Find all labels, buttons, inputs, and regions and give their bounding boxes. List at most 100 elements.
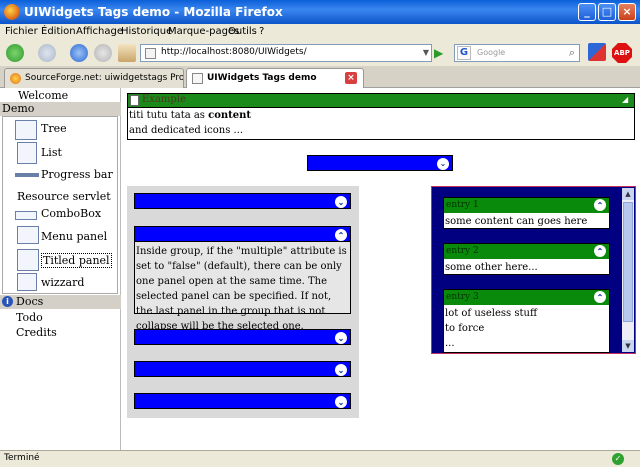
entry-title: entry 2 [446, 246, 479, 256]
status-text: Terminé [4, 453, 40, 463]
entry-panel: entry 3 ⌃ lot of useless stuff to force … [443, 289, 610, 353]
adblock-icon[interactable]: ABP [612, 43, 632, 63]
group-panel-open: ⌃ Inside group, if the "multiple" attrib… [134, 226, 351, 332]
close-window-button[interactable]: × [618, 3, 636, 21]
group-panel-2-header[interactable]: ⌃ [134, 226, 351, 242]
sidebar-header-docs[interactable]: i Docs [0, 295, 121, 309]
example-panel: Example ◢ titi tutu tata as content and … [127, 93, 635, 140]
go-icon[interactable]: ▶ [434, 46, 443, 60]
menubar: Fichier Édition Affichage Historique Mar… [0, 24, 640, 40]
collapse-chevron-icon[interactable]: ⌃ [594, 199, 606, 211]
sidebar-item-resource-servlet[interactable]: Resource servlet [17, 190, 111, 203]
entry-panel: entry 1 ⌃ some content can goes here [443, 197, 610, 229]
scroll-thumb[interactable] [623, 202, 633, 322]
entry-text: some other here... [445, 262, 538, 273]
search-engine-icon[interactable]: G [457, 46, 471, 60]
search-icon[interactable]: ⌕ [569, 46, 575, 60]
stop-icon[interactable] [94, 44, 112, 62]
example-title: Example [142, 94, 186, 105]
close-tab-icon[interactable]: × [345, 72, 357, 84]
scroll-down-icon[interactable]: ▼ [622, 340, 634, 352]
window-titlebar: UIWidgets Tags demo - Mozilla Firefox _ … [0, 0, 640, 24]
sidebar-header-demo[interactable]: Demo [0, 102, 121, 116]
docs-label: Docs [16, 295, 44, 308]
firefox-tab-icon [10, 73, 21, 84]
sidebar-item-credits[interactable]: Credits [16, 326, 57, 339]
maximize-button[interactable]: □ [598, 3, 616, 21]
search-bar[interactable]: G Google ⌕ [454, 44, 580, 62]
entry-text: lot of useless stuff to force ... [445, 306, 537, 351]
addon-icon[interactable] [588, 43, 606, 61]
entry-title: entry 1 [446, 200, 479, 210]
menu-outils[interactable]: Outils [228, 26, 257, 37]
collapsed-panel-header[interactable]: ⌄ [307, 155, 453, 171]
group-panel-3-header[interactable]: ⌄ [134, 329, 351, 345]
menu-historique[interactable]: Historique [121, 26, 172, 37]
window-title: UIWidgets Tags demo - Mozilla Firefox [24, 5, 283, 19]
tab-sourceforge[interactable]: SourceForge.net: uiwidgetstags Project: … [4, 68, 184, 88]
group-panel-5-header[interactable]: ⌄ [134, 393, 351, 409]
expand-chevron-icon[interactable]: ⌄ [335, 364, 347, 376]
entry-line: ... [445, 338, 455, 349]
collapse-chevron-icon[interactable]: ⌃ [594, 245, 606, 257]
sidebar-item-combobox[interactable]: ComboBox [41, 207, 101, 220]
page-tab-icon [192, 73, 203, 84]
sidebar-item-titled-panel[interactable]: Titled panel [41, 253, 112, 268]
back-icon[interactable] [6, 44, 24, 62]
sidebar-demo-panel: Tree List Progress bar Resource servlet … [2, 116, 118, 294]
sidebar-item-tree[interactable]: Tree [41, 122, 67, 135]
list-icon [17, 142, 37, 164]
wizard-icon [17, 273, 37, 291]
menu-edition[interactable]: Édition [41, 26, 76, 37]
entry-header[interactable]: entry 3 ⌃ [444, 290, 609, 305]
scroll-up-icon[interactable]: ▲ [622, 188, 634, 200]
expand-chevron-icon[interactable]: ⌄ [335, 332, 347, 344]
menu-affichage[interactable]: Affichage [76, 26, 123, 37]
collapse-chevron-icon[interactable]: ⌃ [335, 229, 347, 241]
entry-line: lot of useless stuff [445, 308, 538, 319]
search-placeholder: Google [477, 48, 506, 57]
page-favicon-icon [145, 48, 156, 59]
entry-header[interactable]: entry 1 ⌃ [444, 198, 609, 213]
sidebar-item-list[interactable]: List [41, 146, 62, 159]
reload-icon[interactable] [70, 44, 88, 62]
scrollable-panel[interactable]: entry 1 ⌃ some content can goes here ent… [431, 186, 636, 354]
vertical-scrollbar[interactable]: ▲ ▼ [622, 188, 634, 352]
sidebar-item-menu-panel[interactable]: Menu panel [41, 230, 107, 243]
expand-chevron-icon[interactable]: ⌄ [335, 196, 347, 208]
url-bar[interactable]: http://localhost:8080/UIWidgets/ ▼ [140, 44, 432, 62]
url-dropdown-icon[interactable]: ▼ [423, 48, 429, 57]
page-content: Welcome Demo Tree List Progress bar Reso… [0, 88, 640, 450]
combobox-icon [15, 211, 37, 220]
entry-header[interactable]: entry 2 ⌃ [444, 244, 609, 259]
progress-bar-icon [15, 173, 39, 177]
sidebar-item-welcome[interactable]: Welcome [18, 89, 68, 102]
example-panel-header[interactable]: Example ◢ [128, 94, 634, 108]
url-text: http://localhost:8080/UIWidgets/ [161, 47, 307, 57]
minimize-button[interactable]: _ [578, 3, 596, 21]
entry-text: some content can goes here [445, 216, 588, 227]
example-line-1: titi tutu tata as content [129, 110, 252, 121]
group-panel-1-header[interactable]: ⌄ [134, 193, 351, 209]
menu-fichier[interactable]: Fichier [5, 26, 38, 37]
home-icon[interactable] [118, 44, 136, 62]
panel-group: ⌄ ⌃ Inside group, if the "multiple" attr… [127, 186, 359, 418]
entry-title: entry 3 [446, 292, 479, 302]
entry-panel: entry 2 ⌃ some other here... [443, 243, 610, 275]
group-panel-4-header[interactable]: ⌄ [134, 361, 351, 377]
tree-icon [15, 120, 37, 140]
group-panel-text: Inside group, if the "multiple" attribut… [136, 246, 347, 332]
collapse-icon[interactable]: ◢ [622, 95, 632, 105]
document-icon [130, 95, 139, 106]
example-line-2: and dedicated icons ... [129, 125, 244, 136]
expand-chevron-icon[interactable]: ⌄ [437, 158, 449, 170]
firefox-icon [4, 4, 20, 20]
sidebar-item-todo[interactable]: Todo [16, 311, 43, 324]
collapse-chevron-icon[interactable]: ⌃ [594, 291, 606, 303]
sidebar-item-progress-bar[interactable]: Progress bar [41, 168, 113, 181]
expand-chevron-icon[interactable]: ⌄ [335, 396, 347, 408]
tab-uiwidgets[interactable]: UIWidgets Tags demo × [186, 68, 364, 88]
menu-help[interactable]: ? [259, 26, 264, 37]
sidebar-item-wizzard[interactable]: wizzard [41, 276, 84, 289]
forward-icon[interactable] [38, 44, 56, 62]
